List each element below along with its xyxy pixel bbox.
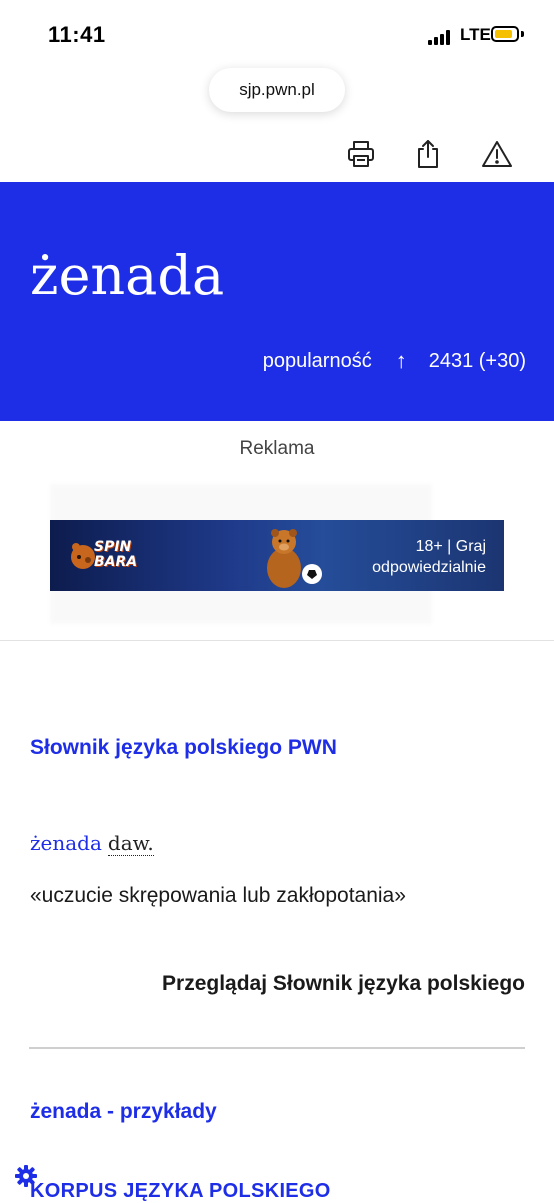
popularity-info: popularność ↑ 2431 (+30) xyxy=(263,348,526,374)
address-bar[interactable]: sjp.pwn.pl xyxy=(209,68,345,112)
popularity-value: 2431 (+30) xyxy=(428,349,526,372)
battery-tip xyxy=(521,31,524,37)
section-divider xyxy=(0,640,554,641)
dictionary-entry: żenada daw. xyxy=(30,831,154,856)
entry-definition: «uczucie skrępowania lub zakłopotania» xyxy=(30,884,406,907)
age-notice-line-1: 18+ | Graj xyxy=(415,538,486,555)
entry-header: żenada popularność ↑ 2431 (+30) xyxy=(0,182,554,421)
spinbara-logo: SPIN BARA xyxy=(68,538,148,574)
examples-section-title[interactable]: żenada - przykłady xyxy=(30,1100,217,1124)
section-divider xyxy=(29,1047,525,1049)
ad-label: Reklama xyxy=(239,438,315,459)
responsible-gambling-notice: 18+ | Graj odpowiedzialnie xyxy=(372,536,486,578)
ad-banner[interactable]: SPIN BARA 18+ | Graj odpowiedzialnie xyxy=(50,520,504,591)
logo-line-2: BARA xyxy=(94,554,138,570)
popularity-label: popularność xyxy=(262,349,372,372)
entry-qualifier[interactable]: daw. xyxy=(107,831,154,856)
age-notice-line-2: odpowiedzialnie xyxy=(372,559,486,576)
browse-dictionary-link[interactable]: Przeglądaj Słownik języka polskiego xyxy=(162,972,525,996)
print-icon[interactable] xyxy=(343,136,379,172)
headword-title: żenada xyxy=(30,244,225,307)
entry-headword: żenada xyxy=(30,831,102,855)
arrow-up-icon: ↑ xyxy=(395,348,407,373)
battery-icon xyxy=(491,26,519,42)
share-icon[interactable] xyxy=(410,136,446,172)
dictionary-section-title[interactable]: Słownik języka polskiego PWN xyxy=(30,736,337,760)
gear-icon[interactable] xyxy=(14,1164,38,1188)
report-icon[interactable] xyxy=(479,136,515,172)
network-type: LTE xyxy=(460,25,491,44)
address-bar-url: sjp.pwn.pl xyxy=(239,80,315,99)
cellular-signal-icon xyxy=(428,29,456,45)
logo-line-1: SPIN xyxy=(94,539,132,555)
status-bar: 11:41 LTE xyxy=(0,0,554,70)
mascot-illustration xyxy=(267,529,322,588)
status-time: 11:41 xyxy=(48,22,106,47)
